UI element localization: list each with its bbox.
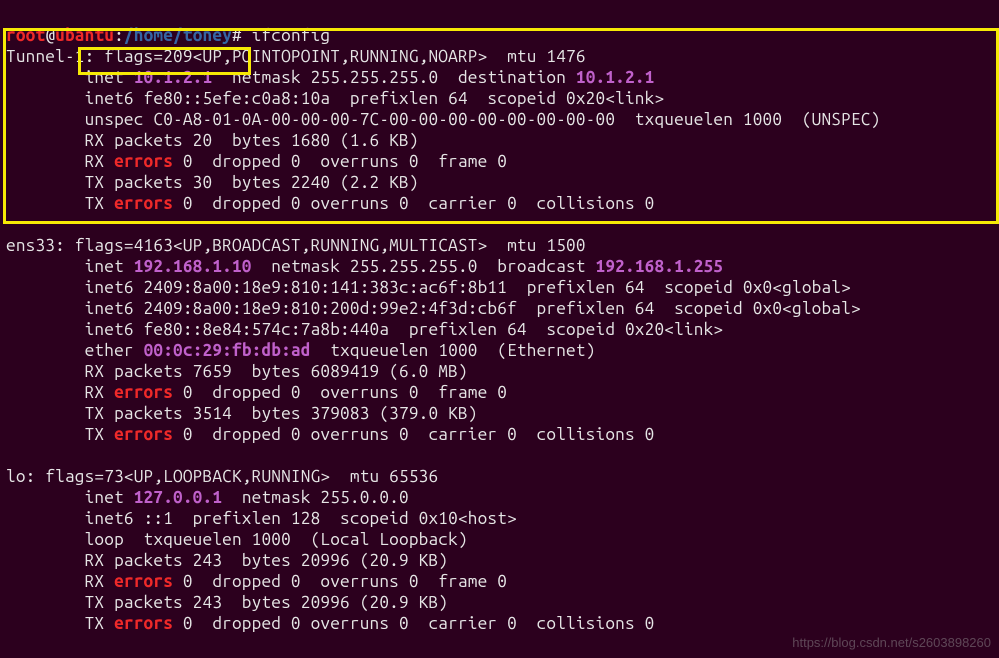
e-tx-packets: TX packets 3514 bytes 379083 (379.0 KB) bbox=[6, 404, 478, 423]
prompt-hash: # bbox=[232, 26, 252, 45]
lo-rx-err-lbl: RX bbox=[6, 572, 114, 591]
tunnel-destination: 10.1.2.1 bbox=[576, 68, 655, 87]
rx-errors-word: errors bbox=[114, 383, 173, 402]
e-inet6c: inet6 fe80::8e84:574c:7a8b:440a prefixle… bbox=[6, 320, 723, 339]
lo-rx-packets: RX packets 243 bytes 20996 (20.9 KB) bbox=[6, 551, 448, 570]
ens33-header: ens33: flags=4163<UP,BROADCAST,RUNNING,M… bbox=[6, 236, 586, 255]
t1-rx-err-rest: 0 dropped 0 overruns 0 frame 0 bbox=[173, 152, 507, 171]
lo-tx-packets: TX packets 243 bytes 20996 (20.9 KB) bbox=[6, 593, 448, 612]
command-text: ifconfig bbox=[252, 26, 331, 45]
t1-rx-err-lbl: RX bbox=[6, 152, 114, 171]
rx-errors-word: errors bbox=[114, 572, 173, 591]
e-inet6b: inet6 2409:8a00:18e9:810:200d:99e2:4f3d:… bbox=[6, 299, 861, 318]
prompt-colon: : bbox=[114, 26, 124, 45]
e-ether-rest: txqueuelen 1000 (Ethernet) bbox=[311, 341, 596, 360]
lo-inet6: inet6 ::1 prefixlen 128 scopeid 0x10<hos… bbox=[6, 509, 517, 528]
lo-rx-err-rest: 0 dropped 0 overruns 0 frame 0 bbox=[173, 572, 507, 591]
tx-errors-word: errors bbox=[114, 614, 173, 633]
e-rx-err-rest: 0 dropped 0 overruns 0 frame 0 bbox=[173, 383, 507, 402]
e-tx-err-lbl: TX bbox=[6, 425, 114, 444]
lo-header: lo: flags=73<UP,LOOPBACK,RUNNING> mtu 65… bbox=[6, 467, 438, 486]
ens33-mac: 00:0c:29:fb:db:ad bbox=[144, 341, 311, 360]
lo-ip: 127.0.0.1 bbox=[134, 488, 222, 507]
prompt-at: @ bbox=[45, 26, 55, 45]
t1-tx-packets: TX packets 30 bytes 2240 (2.2 KB) bbox=[6, 173, 419, 192]
prompt-path: /home/toney bbox=[124, 26, 232, 45]
ens33-broadcast: 192.168.1.255 bbox=[596, 257, 724, 276]
t1-tx-err-lbl: TX bbox=[6, 194, 114, 213]
tunnel-header: Tunnel-1: flags=209<UP,POINTOPOINT,RUNNI… bbox=[6, 47, 586, 66]
watermark-text: https://blog.csdn.net/s2603898260 bbox=[792, 635, 991, 650]
e-inet6a: inet6 2409:8a00:18e9:810:141:383c:ac6f:8… bbox=[6, 278, 851, 297]
prompt-host: ubantu bbox=[55, 26, 114, 45]
t1-tx-err-rest: 0 dropped 0 overruns 0 carrier 0 collisi… bbox=[173, 194, 654, 213]
t1-rx-packets: RX packets 20 bytes 1680 (1.6 KB) bbox=[6, 131, 419, 150]
tunnel-ip: 10.1.2.1 bbox=[134, 68, 213, 87]
tx-errors-word: errors bbox=[114, 425, 173, 444]
e-rx-packets: RX packets 7659 bytes 6089419 (6.0 MB) bbox=[6, 362, 468, 381]
e-rx-err-lbl: RX bbox=[6, 383, 114, 402]
terminal-output[interactable]: root@ubantu:/home/toney# ifconfig Tunnel… bbox=[0, 0, 999, 634]
t1-unspec: unspec C0-A8-01-0A-00-00-00-7C-00-00-00-… bbox=[6, 110, 880, 129]
lo-loop: loop txqueuelen 1000 (Local Loopback) bbox=[6, 530, 468, 549]
t1-inet6: inet6 fe80::5efe:c0a8:10a prefixlen 64 s… bbox=[6, 89, 664, 108]
lo-tx-err-lbl: TX bbox=[6, 614, 114, 633]
e-tx-err-rest: 0 dropped 0 overruns 0 carrier 0 collisi… bbox=[173, 425, 654, 444]
lo-inet-lbl: inet bbox=[6, 488, 134, 507]
e-inet-lbl: inet bbox=[6, 257, 134, 276]
lo-tx-err-rest: 0 dropped 0 overruns 0 carrier 0 collisi… bbox=[173, 614, 654, 633]
e-ether-lbl: ether bbox=[6, 341, 144, 360]
rx-errors-word: errors bbox=[114, 152, 173, 171]
t1-inet-lbl: inet bbox=[6, 68, 134, 87]
t1-netmask: netmask 255.255.255.0 destination bbox=[212, 68, 576, 87]
tx-errors-word: errors bbox=[114, 194, 173, 213]
ens33-ip: 192.168.1.10 bbox=[134, 257, 252, 276]
lo-netmask: netmask 255.0.0.0 bbox=[222, 488, 409, 507]
e-netmask: netmask 255.255.255.0 broadcast bbox=[252, 257, 596, 276]
prompt-user: root bbox=[6, 26, 45, 45]
